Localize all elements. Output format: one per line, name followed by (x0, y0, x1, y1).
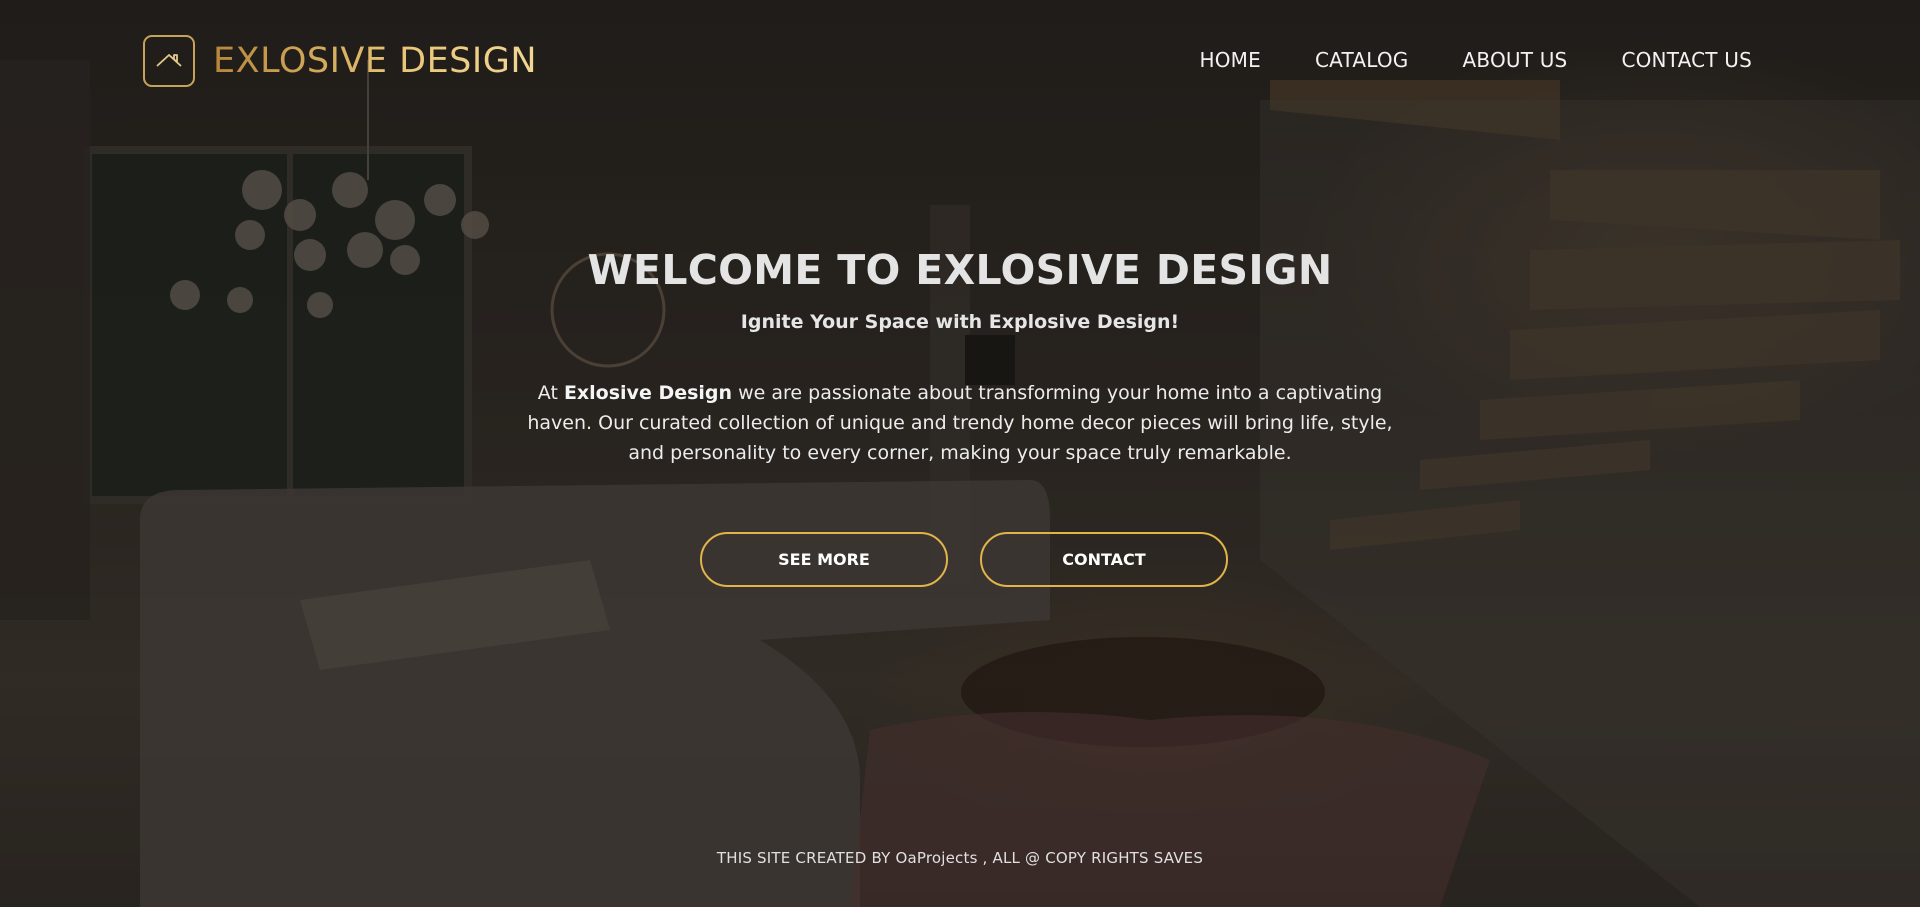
brand-name: EXLOSIVE DESIGN (213, 35, 537, 87)
nav-link-contact-us[interactable]: CONTACT US (1621, 48, 1752, 72)
hero-subtitle: Ignite Your Space with Explosive Design! (740, 311, 1180, 333)
brand-logo[interactable]: EXLOSIVE DESIGN (143, 35, 537, 87)
hero-title: WELCOME TO EXLOSIVE DESIGN (587, 246, 1333, 294)
nav-link-about-us[interactable]: ABOUT US (1463, 48, 1568, 72)
nav-link-catalog[interactable]: CATALOG (1315, 48, 1409, 72)
hero-buttons: SEE MORE CONTACT (0, 532, 1920, 587)
see-more-button[interactable]: SEE MORE (700, 532, 948, 587)
intro-brand-name: Exlosive Design (563, 382, 733, 404)
nav-link-home[interactable]: HOME (1200, 48, 1261, 72)
hero-intro-paragraph: At Exlosive Design we are passionate abo… (520, 378, 1400, 468)
intro-prefix: At (537, 382, 564, 404)
house-roof-icon (143, 35, 195, 87)
hero-section: WELCOME TO EXLOSIVE DESIGN Ignite Your S… (0, 244, 1920, 587)
main-navigation: HOME CATALOG ABOUT US CONTACT US (1200, 48, 1753, 72)
contact-button[interactable]: CONTACT (980, 532, 1228, 587)
footer-credits: THIS SITE CREATED BY OaProjects , ALL @ … (716, 849, 1204, 867)
